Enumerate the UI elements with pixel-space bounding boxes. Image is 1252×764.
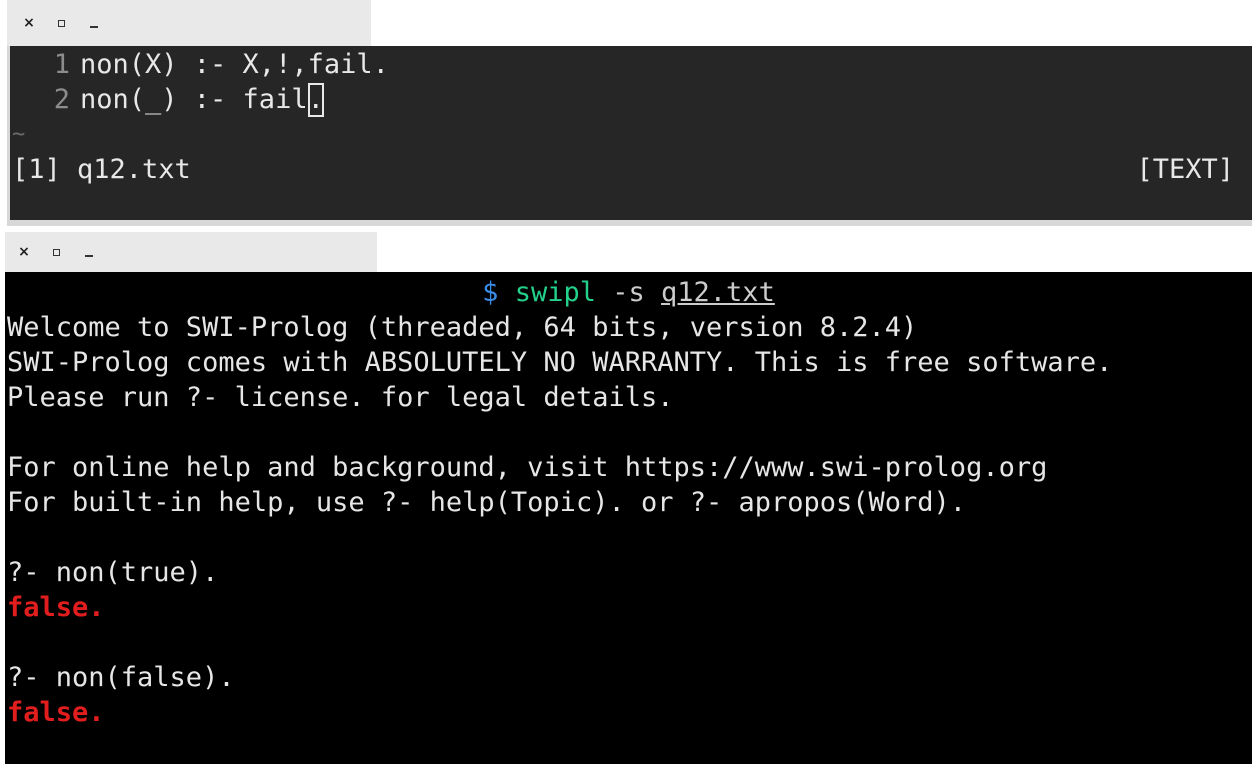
vim-editor[interactable]: 1 non(X) :- X,!,fail. 2 non(_) :- fail. ~ … — [10, 46, 1252, 220]
terminal-window-titlebar[interactable]: × — [5, 232, 377, 272]
empty-line-marker: ~ — [12, 122, 26, 147]
query-result: false. — [7, 592, 105, 623]
minimize-button[interactable] — [79, 232, 99, 272]
vim-window-titlebar[interactable]: × — [7, 0, 371, 46]
query-line: ?- non(true). — [7, 557, 219, 588]
vim-titlebar-extension — [371, 0, 1252, 46]
maximize-button[interactable] — [51, 0, 71, 46]
query-line: ?- non(false). — [7, 662, 235, 693]
line-number: 2 — [53, 84, 70, 115]
close-button[interactable]: × — [14, 232, 34, 272]
minimize-icon — [90, 26, 98, 28]
command-flag: -s — [612, 277, 645, 308]
command-file-argument[interactable]: q12.txt — [661, 277, 775, 308]
line-number: 1 — [53, 49, 70, 80]
shell-prompt: $ swipl -s q12.txt — [5, 275, 1252, 310]
editor-line: 2 non(_) :- fail. — [10, 83, 324, 117]
minimize-button[interactable] — [84, 0, 104, 46]
output-line: Welcome to SWI-Prolog (threaded, 64 bits… — [7, 312, 918, 343]
maximize-icon — [52, 248, 60, 256]
close-icon: × — [23, 15, 35, 31]
vim-status-line: [1] q12.txt [TEXT] — [12, 153, 1234, 187]
terminal-titlebar-extension — [377, 232, 1252, 272]
prompt-symbol: $ — [482, 277, 499, 308]
text-cursor: . — [307, 83, 324, 117]
output-line: For online help and background, visit ht… — [7, 452, 1048, 483]
maximize-icon — [57, 19, 65, 27]
editor-line: 1 non(X) :- X,!,fail. — [10, 48, 389, 82]
close-button[interactable]: × — [19, 0, 39, 46]
output-line: SWI-Prolog comes with ABSOLUTELY NO WARR… — [7, 347, 1113, 378]
maximize-button[interactable] — [46, 232, 66, 272]
terminal-console[interactable]: $ swipl -s q12.txt Welcome to SWI-Prolog… — [5, 272, 1252, 764]
command-name: swipl — [514, 277, 596, 308]
line-text: non(X) :- X,!,fail. — [80, 49, 389, 80]
close-icon: × — [18, 244, 30, 260]
minimize-icon — [85, 255, 93, 257]
output-line: Please run ?- license. for legal details… — [7, 382, 674, 413]
output-line: For built-in help, use ?- help(Topic). o… — [7, 487, 967, 518]
line-text: non(_) :- fail — [80, 84, 308, 115]
filetype-indicator: [TEXT] — [1136, 154, 1234, 185]
query-result: false. — [7, 697, 105, 728]
buffer-name: [1] q12.txt — [12, 154, 191, 185]
